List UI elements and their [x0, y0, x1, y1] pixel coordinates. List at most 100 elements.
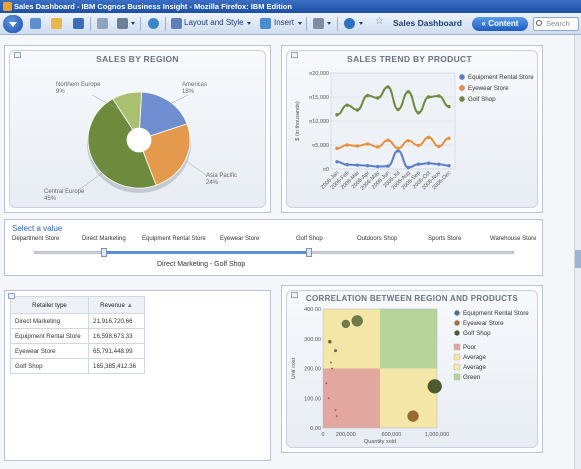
column-header-retailer-type[interactable]: Retailer type — [10, 296, 89, 314]
open-folder-icon[interactable] — [51, 18, 62, 29]
content-button[interactable]: « Content — [472, 17, 528, 31]
series-point — [365, 93, 370, 98]
legend-label: Eyewear Store — [463, 320, 504, 327]
legend-label: Poor — [463, 344, 476, 351]
pie-leader-line — [185, 160, 207, 176]
column-header-revenue[interactable]: Revenue ▲ — [88, 296, 145, 314]
sort-icon[interactable]: ▲ — [127, 302, 133, 309]
search-input[interactable]: Search — [533, 17, 579, 31]
bubble-point — [335, 415, 338, 417]
vertical-scrollbar[interactable] — [574, 35, 581, 469]
bubble-point — [328, 340, 332, 344]
tools-icon[interactable] — [313, 18, 324, 29]
series-point — [426, 135, 431, 140]
legend-label: Golf Shop — [468, 96, 496, 103]
slider-stop-label[interactable]: Department Store — [12, 236, 59, 242]
bubble-point — [331, 367, 334, 370]
toolbar-separator — [337, 17, 338, 31]
toolbar-separator — [140, 17, 141, 31]
y-axis-label: $ (in thousands) — [295, 101, 301, 141]
pie-leader-line — [167, 94, 189, 106]
series-point — [376, 145, 380, 149]
series-point — [447, 136, 451, 140]
help-icon[interactable] — [344, 18, 355, 29]
pie-label-asia-pacific: Asia Pacific 24% — [206, 173, 238, 186]
series-point — [376, 96, 380, 100]
refresh-icon[interactable] — [148, 18, 159, 29]
legend-swatch — [453, 343, 461, 351]
series-point — [376, 164, 380, 169]
series-point — [416, 162, 421, 166]
y-axis-label: Unit cost — [291, 357, 297, 379]
slider-stop-label[interactable]: Equipment Rental Store — [142, 236, 206, 242]
slider-selection-text: Direct Marketing - Golf Shop — [157, 261, 246, 268]
revenue-table: Retailer type Revenue ▲ Direct Marketing… — [10, 296, 145, 374]
bubble-point — [327, 397, 330, 400]
slider-stop-label[interactable]: Warehouse Store — [490, 236, 536, 242]
insert-menu[interactable]: Insert — [274, 18, 294, 27]
chevron-down-icon[interactable] — [327, 22, 331, 25]
print-icon[interactable] — [117, 18, 128, 29]
slider-stop-label[interactable]: Eyewear Store — [220, 236, 259, 242]
bubble-point — [334, 409, 337, 412]
main-menu-button[interactable] — [3, 15, 23, 33]
x-tick-label: 200,000 — [336, 432, 356, 438]
bubble-point — [351, 315, 363, 327]
slider-stop-label[interactable]: Direct Marketing — [82, 236, 126, 242]
y-tick-label: 300.00 — [304, 337, 321, 343]
layout-and-style-menu[interactable]: Layout and Style — [184, 18, 244, 27]
series-point — [437, 94, 441, 98]
slider-stop-label[interactable]: Sports Store — [428, 236, 461, 242]
value-slider-panel — [4, 219, 543, 276]
series-point — [386, 164, 390, 168]
slider-stop-label[interactable]: Outdoors Shop — [357, 236, 397, 242]
star-icon[interactable]: ☆ — [375, 16, 384, 27]
bubble-point — [334, 349, 338, 353]
y-tick-label: 400.00 — [304, 307, 321, 313]
bubble-point — [330, 361, 332, 364]
legend-swatch — [453, 363, 461, 371]
insert-icon[interactable] — [260, 18, 271, 29]
slider-handle-start[interactable] — [101, 248, 107, 257]
sales-by-region-panel: SALES BY REGION Northern Europe 9% Americ… — [4, 45, 271, 213]
toolbar-separator — [90, 17, 91, 31]
y-tick-label: ¤10,000 — [309, 119, 329, 125]
bubble-chart: 400.00 300.00 200.00 100.00 0.00 Unit cost 0 20… — [291, 307, 529, 445]
series-point — [426, 161, 431, 165]
search-icon — [536, 20, 542, 26]
scrollbar-grip[interactable] — [575, 250, 581, 268]
series-point — [406, 165, 410, 170]
widget-menu-icon[interactable] — [8, 293, 15, 299]
series-point — [355, 144, 360, 148]
series-point — [355, 108, 360, 112]
email-icon[interactable] — [97, 18, 108, 29]
new-icon[interactable] — [30, 18, 41, 29]
save-icon[interactable] — [73, 18, 84, 29]
series-point — [345, 103, 349, 107]
layout-icon[interactable] — [171, 18, 182, 29]
x-tick-label: 1,000,000 — [425, 432, 449, 438]
table-row: Eyewear Store 65,791,448.99 — [10, 343, 145, 359]
series-point — [365, 163, 370, 168]
legend-label: Average — [463, 364, 486, 371]
series-point — [447, 163, 451, 168]
chevron-down-icon[interactable] — [131, 22, 135, 25]
chevron-down-icon[interactable] — [298, 22, 302, 25]
table-row: Equipment Rental Store 16,598,673.33 — [10, 328, 145, 344]
series-point — [335, 160, 339, 164]
slider-stop-label[interactable]: Golf Shop — [296, 236, 323, 242]
legend-label: Average — [463, 354, 486, 361]
chevron-down-icon[interactable] — [359, 22, 363, 25]
table-row: Golf Shop 165,385,412.36 — [10, 358, 145, 374]
bubble-point — [407, 410, 419, 422]
series-point — [447, 104, 451, 109]
toolbar-separator — [306, 17, 307, 31]
legend-label: Equipment Rental Store — [468, 74, 534, 81]
series-point — [406, 138, 410, 143]
toolbar-separator — [165, 17, 166, 31]
series-point — [335, 146, 339, 151]
slider-handle-end[interactable] — [306, 248, 312, 257]
x-tick-label: 600,000 — [381, 432, 401, 438]
series-point — [416, 143, 421, 148]
chevron-down-icon[interactable] — [247, 22, 251, 25]
